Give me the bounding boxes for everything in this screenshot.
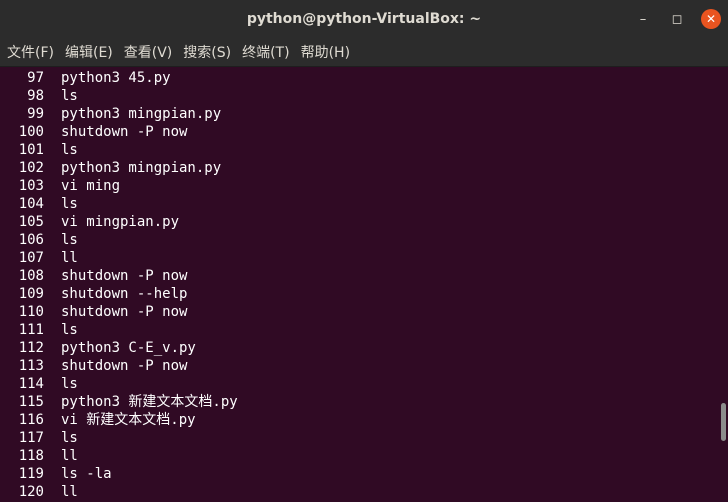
line-number: 118 xyxy=(18,448,44,464)
command-text: ll xyxy=(61,448,78,464)
command-text: python3 mingpian.py xyxy=(61,106,222,122)
command-text: ls -la xyxy=(61,466,112,482)
terminal-window: python@python-VirtualBox: ~ – ◻ ✕ 文件(F) … xyxy=(0,0,728,502)
history-line: 106 ls xyxy=(0,231,716,249)
history-line: 110 shutdown -P now xyxy=(0,303,716,321)
command-text: shutdown -P now xyxy=(61,304,188,320)
close-button[interactable]: ✕ xyxy=(694,0,728,38)
line-number: 97 xyxy=(27,70,44,86)
history-line: 112 python3 C-E_v.py xyxy=(0,339,716,357)
line-number: 99 xyxy=(27,106,44,122)
history-line: 97 python3 45.py xyxy=(0,69,716,87)
history-line: 120 ll xyxy=(0,483,716,501)
line-number: 119 xyxy=(18,466,44,482)
maximize-button[interactable]: ◻ xyxy=(660,0,694,38)
command-text: shutdown -P now xyxy=(61,268,188,284)
history-line: 115 python3 新建文本文档.py xyxy=(0,393,716,411)
command-text: python3 45.py xyxy=(61,70,171,86)
command-text: ls xyxy=(61,232,78,248)
command-text: python3 C-E_v.py xyxy=(61,340,196,356)
history-line: 104 ls xyxy=(0,195,716,213)
line-number: 115 xyxy=(18,394,44,410)
menu-terminal[interactable]: 终端(T) xyxy=(239,42,297,62)
menu-help[interactable]: 帮助(H) xyxy=(298,42,358,62)
command-text: vi mingpian.py xyxy=(61,214,180,230)
title-bar[interactable]: python@python-VirtualBox: ~ – ◻ ✕ xyxy=(0,0,728,38)
command-text: shutdown --help xyxy=(61,286,188,302)
history-line: 101 ls xyxy=(0,141,716,159)
history-line: 105 vi mingpian.py xyxy=(0,213,716,231)
line-number: 110 xyxy=(18,304,44,320)
command-text: ls xyxy=(61,196,78,212)
close-icon: ✕ xyxy=(701,9,721,29)
history-line: 114 ls xyxy=(0,375,716,393)
history-line: 111 ls xyxy=(0,321,716,339)
line-number: 101 xyxy=(18,142,44,158)
command-text: ll xyxy=(61,484,78,500)
scrollbar-thumb[interactable] xyxy=(721,403,726,441)
command-text: shutdown -P now xyxy=(61,124,188,140)
menu-file[interactable]: 文件(F) xyxy=(4,42,62,62)
line-number: 117 xyxy=(18,430,44,446)
command-text: ll xyxy=(61,250,78,266)
history-line: 107 ll xyxy=(0,249,716,267)
history-line: 100 shutdown -P now xyxy=(0,123,716,141)
menu-edit[interactable]: 编辑(E) xyxy=(62,42,121,62)
command-text: python3 新建文本文档.py xyxy=(61,394,238,410)
minimize-button[interactable]: – xyxy=(626,0,660,38)
line-number: 111 xyxy=(18,322,44,338)
history-line: 103 vi ming xyxy=(0,177,716,195)
window-title: python@python-VirtualBox: ~ xyxy=(246,11,482,27)
history-line: 116 vi 新建文本文档.py xyxy=(0,411,716,429)
line-number: 103 xyxy=(18,178,44,194)
menu-search[interactable]: 搜索(S) xyxy=(180,42,239,62)
line-number: 105 xyxy=(18,214,44,230)
line-number: 108 xyxy=(18,268,44,284)
line-number: 109 xyxy=(18,286,44,302)
command-text: ls xyxy=(61,430,78,446)
command-text: shutdown -P now xyxy=(61,358,188,374)
history-line: 109 shutdown --help xyxy=(0,285,716,303)
line-number: 116 xyxy=(18,412,44,428)
terminal-output[interactable]: 97 python3 45.py 98 ls 99 python3 mingpian.… xyxy=(0,67,716,502)
line-number: 106 xyxy=(18,232,44,248)
line-number: 102 xyxy=(18,160,44,176)
history-line: 113 shutdown -P now xyxy=(0,357,716,375)
history-line: 108 shutdown -P now xyxy=(0,267,716,285)
history-line: 117 ls xyxy=(0,429,716,447)
line-number: 113 xyxy=(18,358,44,374)
maximize-icon: ◻ xyxy=(671,11,683,27)
line-number: 100 xyxy=(18,124,44,140)
command-text: ls xyxy=(61,88,78,104)
line-number: 120 xyxy=(18,484,44,500)
line-number: 107 xyxy=(18,250,44,266)
command-text: vi ming xyxy=(61,178,121,194)
command-text: ls xyxy=(61,376,78,392)
command-text: vi 新建文本文档.py xyxy=(61,412,196,428)
command-text: ls xyxy=(61,322,78,338)
history-line: 118 ll xyxy=(0,447,716,465)
menu-view[interactable]: 查看(V) xyxy=(121,42,181,62)
history-line: 119 ls -la xyxy=(0,465,716,483)
minimize-icon: – xyxy=(639,11,647,27)
scrollbar[interactable] xyxy=(716,67,728,502)
line-number: 104 xyxy=(18,196,44,212)
window-controls: – ◻ ✕ xyxy=(626,0,728,38)
history-line: 99 python3 mingpian.py xyxy=(0,105,716,123)
command-text: python3 mingpian.py xyxy=(61,160,222,176)
history-line: 98 ls xyxy=(0,87,716,105)
line-number: 114 xyxy=(18,376,44,392)
menu-bar: 文件(F) 编辑(E) 查看(V) 搜索(S) 终端(T) 帮助(H) xyxy=(0,38,728,67)
line-number: 98 xyxy=(27,88,44,104)
line-number: 112 xyxy=(18,340,44,356)
history-line: 102 python3 mingpian.py xyxy=(0,159,716,177)
command-text: ls xyxy=(61,142,78,158)
